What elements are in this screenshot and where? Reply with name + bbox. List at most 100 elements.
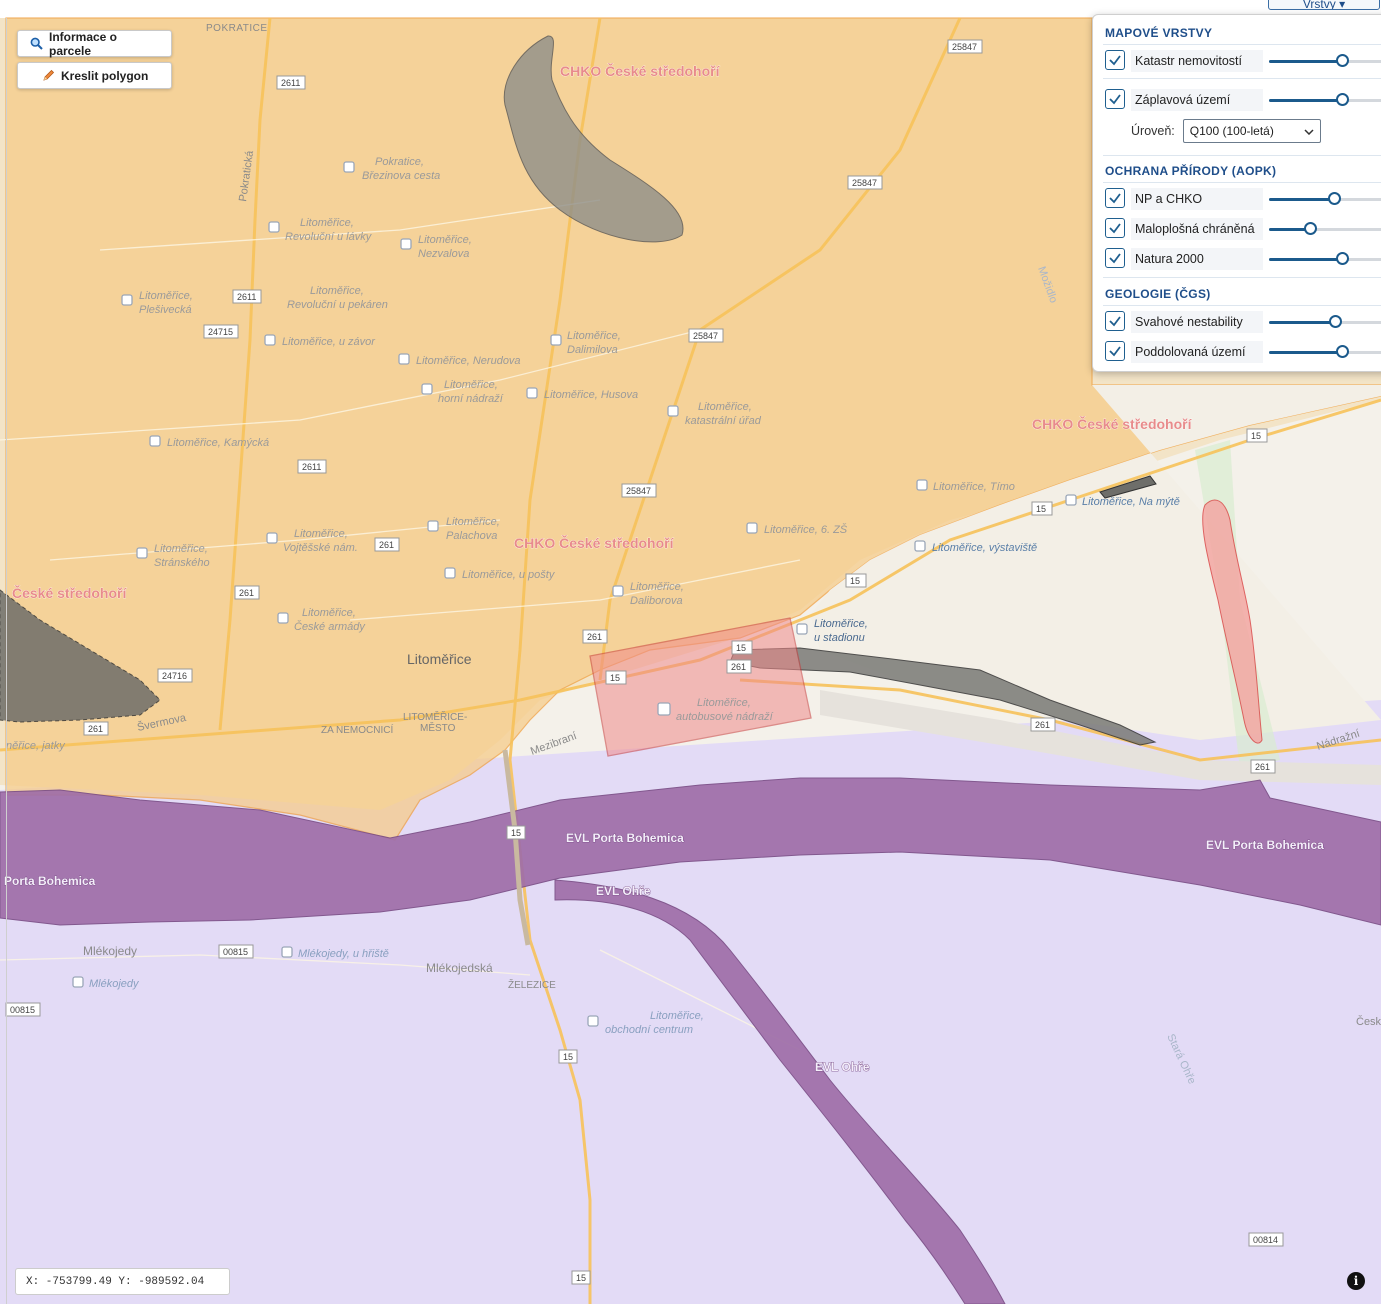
place-mlekojedska: Mlékojedská: [426, 961, 493, 975]
bus-stop-icon[interactable]: [400, 238, 412, 250]
checkbox-flood[interactable]: [1105, 89, 1125, 109]
parcel-info-button[interactable]: Informace o parcele: [17, 29, 172, 58]
svg-text:15: 15: [1251, 431, 1261, 441]
place-cesk: Česk: [1356, 1015, 1381, 1028]
layer-row-slope: Svahové nestability: [1103, 311, 1381, 335]
opacity-slider-undermined[interactable]: [1269, 345, 1381, 358]
layer-row-np-chko: NP a CHKO: [1103, 188, 1381, 212]
road-shield: 00815: [5, 1002, 41, 1017]
road-shield: 15: [558, 1049, 578, 1064]
stop-label: něřice, jatky: [6, 740, 66, 752]
layers-toggle-button[interactable]: Vrstvy ▾: [1268, 0, 1380, 10]
bus-stop-icon[interactable]: [343, 161, 355, 173]
place-za-nemocnici: ZA NEMOCNICÍ: [321, 723, 393, 736]
svg-text:15: 15: [511, 828, 521, 838]
bus-stop-icon[interactable]: [657, 702, 671, 716]
checkbox-small-protected[interactable]: [1105, 218, 1125, 238]
bus-stop-icon[interactable]: [427, 520, 439, 532]
label-chko-1: CHKO České středohoří: [560, 62, 721, 79]
bus-stop-icon[interactable]: [444, 567, 456, 579]
svg-text:00815: 00815: [10, 1005, 35, 1015]
bus-stop-icon[interactable]: [796, 623, 808, 635]
stop-label: Revoluční u pekáren: [287, 299, 388, 311]
opacity-slider-flood[interactable]: [1269, 93, 1381, 106]
bus-stop-icon[interactable]: [1065, 494, 1077, 506]
bus-stop-icon[interactable]: [746, 522, 758, 534]
road-shield: 261: [582, 629, 608, 644]
checkbox-natura[interactable]: [1105, 248, 1125, 268]
road-shield: 261: [1030, 717, 1056, 732]
svg-text:2611: 2611: [237, 292, 256, 302]
stop-label: Litoměřice,: [154, 543, 208, 555]
road-shield: 25847: [621, 483, 657, 498]
road-shield: 15: [506, 825, 526, 840]
stop-label: Mlékojedy: [89, 978, 140, 990]
opacity-slider-np-chko[interactable]: [1269, 192, 1381, 205]
layer-row-cadastre: Katastr nemovitostí: [1103, 50, 1381, 74]
stop-label: Litoměřice, u závor: [282, 336, 376, 348]
bus-stop-icon[interactable]: [914, 540, 926, 552]
info-icon[interactable]: i: [1347, 1272, 1365, 1290]
opacity-slider-natura[interactable]: [1269, 252, 1381, 265]
bus-stop-icon[interactable]: [421, 383, 433, 395]
opacity-slider-slope[interactable]: [1269, 315, 1381, 328]
bus-stop-icon[interactable]: [667, 405, 679, 417]
road-shield: 15: [1246, 428, 1268, 443]
bus-stop-icon[interactable]: [550, 334, 562, 346]
draw-polygon-button[interactable]: Kreslit polygon: [17, 62, 172, 89]
stop-label: Litoměřice,: [650, 1010, 704, 1022]
layer-label-natura: Natura 2000: [1131, 248, 1263, 270]
road-shield: 15: [1031, 501, 1053, 516]
stop-label: Vojtěšské nám.: [283, 542, 358, 554]
bus-stop-icon[interactable]: [398, 353, 410, 365]
stop-label: Litoměřice,: [302, 607, 356, 619]
bus-stop-icon[interactable]: [281, 946, 293, 958]
checkbox-undermined[interactable]: [1105, 341, 1125, 361]
section-title-map-layers: MAPOVÉ VRSTVY: [1105, 26, 1213, 40]
svg-text:261: 261: [1255, 762, 1270, 772]
layer-row-natura: Natura 2000: [1103, 248, 1381, 272]
bus-stop-icon[interactable]: [916, 479, 928, 491]
bus-stop-icon[interactable]: [612, 585, 624, 597]
stop-label: Plešivecká: [139, 304, 192, 316]
layer-row-small-protected: Maloplošná chráněná: [1103, 218, 1381, 242]
road-shield: 15: [571, 1270, 591, 1285]
bus-stop-icon[interactable]: [121, 294, 133, 306]
bus-stop-icon[interactable]: [149, 435, 161, 447]
stop-label: České armády: [294, 620, 366, 633]
opacity-slider-cadastre[interactable]: [1269, 54, 1381, 67]
bus-stop-icon[interactable]: [526, 387, 538, 399]
svg-text:15: 15: [576, 1273, 586, 1283]
flood-level-select[interactable]: Q100 (100-letá): [1182, 119, 1321, 143]
road-shield: 15: [731, 640, 753, 655]
stop-label: Litoměřice,: [446, 516, 500, 528]
bus-stop-icon[interactable]: [72, 976, 84, 988]
svg-text:24716: 24716: [162, 671, 187, 681]
svg-text:15: 15: [610, 673, 620, 683]
stop-label: u stadionu: [814, 632, 865, 644]
chevron-down-icon: [1304, 124, 1314, 138]
pencil-icon: [42, 69, 55, 82]
road-shield: 00814: [1248, 1232, 1284, 1247]
checkbox-cadastre[interactable]: [1105, 50, 1125, 70]
bus-stop-icon[interactable]: [268, 221, 280, 233]
svg-text:25847: 25847: [852, 178, 877, 188]
opacity-slider-small-protected[interactable]: [1269, 222, 1381, 235]
checkbox-np-chko[interactable]: [1105, 188, 1125, 208]
bus-stop-icon[interactable]: [264, 334, 276, 346]
layer-label-np-chko: NP a CHKO: [1131, 188, 1263, 210]
bus-stop-icon[interactable]: [266, 532, 278, 544]
checkbox-slope[interactable]: [1105, 311, 1125, 331]
parcel-info-label: Informace o parcele: [49, 29, 118, 58]
bus-stop-icon[interactable]: [136, 547, 148, 559]
label-evl-1: EVL Porta Bohemica: [566, 831, 684, 845]
svg-text:00815: 00815: [223, 947, 248, 957]
bus-stop-icon[interactable]: [587, 1015, 599, 1027]
svg-text:25847: 25847: [626, 486, 651, 496]
bus-stop-icon[interactable]: [277, 612, 289, 624]
svg-text:15: 15: [563, 1052, 573, 1062]
stop-label: Litoměřice,: [814, 618, 868, 630]
stop-label: Nezvalova: [418, 248, 469, 260]
stop-label: Litoměřice, u pošty: [462, 569, 556, 581]
stop-label: katastrální úřad: [685, 415, 762, 427]
